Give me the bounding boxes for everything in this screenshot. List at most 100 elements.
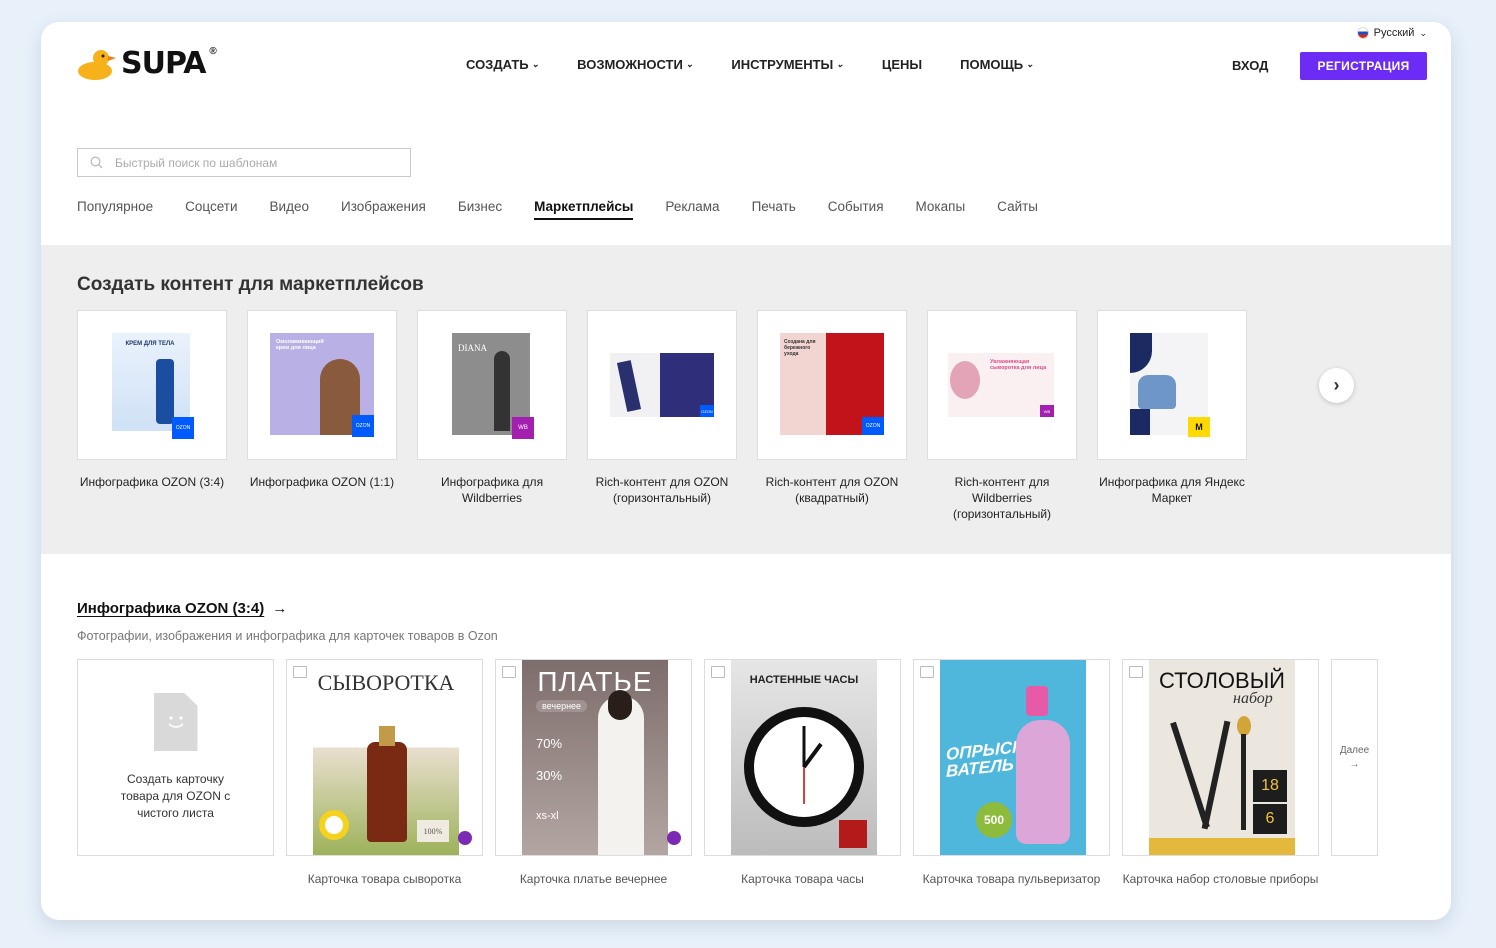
marketplace-card[interactable]: DIANA WB Инфографика для Wildberries bbox=[417, 310, 567, 522]
section-description: Фотографии, изображения и инфографика дл… bbox=[77, 629, 498, 643]
section-heading[interactable]: Инфографика OZON (3:4) → bbox=[77, 600, 287, 617]
section-heading-label: Инфографика OZON (3:4) bbox=[77, 600, 265, 617]
tab-business[interactable]: Бизнес bbox=[458, 199, 502, 220]
marketplace-card[interactable]: Увлажняющая сыворотка для лица WB Rich-к… bbox=[927, 310, 1077, 522]
card-label: Rich-контент для OZON (горизонтальный) bbox=[595, 475, 729, 505]
nav-prices-label: ЦЕНЫ bbox=[881, 57, 923, 72]
tab-marketplaces[interactable]: Маркетплейсы bbox=[534, 199, 634, 220]
poster-title: НАСТЕННЫЕ ЧАСЫ bbox=[749, 674, 859, 686]
blank-card-text: Создать карточку товара для OZON с чисто… bbox=[120, 772, 231, 820]
blank-template-card[interactable]: Создать карточку товара для OZON с чисто… bbox=[77, 659, 274, 888]
chevron-down-icon: ⌄ bbox=[685, 59, 694, 69]
card-thumbnail: Увлажняющая сыворотка для лица WB bbox=[927, 310, 1077, 460]
card-thumb-text: КРЕМ ДЛЯ ТЕЛА bbox=[125, 341, 175, 347]
template-label: Карточка платье вечернее bbox=[519, 872, 668, 886]
card-thumb-text: DIANA bbox=[458, 343, 487, 353]
arrow-right-icon: → bbox=[272, 600, 288, 617]
poster-stamp: 100% bbox=[417, 820, 449, 842]
template-card[interactable]: СЫВОРОТКА 100% Карточка товара сыворотка bbox=[286, 659, 483, 888]
poster-title: СТОЛОВЫЙ bbox=[1159, 668, 1285, 693]
tab-video[interactable]: Видео bbox=[270, 199, 309, 220]
marketplace-card[interactable]: КРЕМ ДЛЯ ТЕЛА OZON Инфографика OZON (3:4… bbox=[77, 310, 227, 522]
card-thumbnail: Омолаживающий крем для лица OZON bbox=[247, 310, 397, 460]
app-window: Русский ⌄ SUPA ® СОЗДАТЬ ⌄ ВОЗМОЖНОСТИ ⌄ И… bbox=[41, 22, 1451, 920]
russia-flag-icon bbox=[1356, 27, 1369, 39]
marketplace-cards: КРЕМ ДЛЯ ТЕЛА OZON Инфографика OZON (3:4… bbox=[77, 310, 1247, 522]
more-label: Далее bbox=[1339, 745, 1370, 756]
yandex-market-badge: M bbox=[1188, 417, 1210, 437]
template-thumbnail: НАСТЕННЫЕ ЧАСЫ bbox=[704, 659, 901, 856]
tab-ads[interactable]: Реклама bbox=[665, 199, 719, 220]
poster-tag: вечернее bbox=[536, 700, 588, 712]
card-label: Инфографика OZON (1:1) bbox=[249, 475, 395, 489]
tab-social[interactable]: Соцсети bbox=[185, 199, 237, 220]
carousel-next-button[interactable]: › bbox=[1319, 368, 1354, 403]
tab-images[interactable]: Изображения bbox=[341, 199, 426, 220]
card-thumbnail: OZON bbox=[587, 310, 737, 460]
main-nav: СОЗДАТЬ ⌄ ВОЗМОЖНОСТИ ⌄ ИНСТРУМЕНТЫ ⌄ ЦЕНЫ … bbox=[466, 57, 1034, 72]
wb-badge: WB bbox=[1040, 405, 1054, 417]
premium-badge-icon bbox=[667, 831, 681, 845]
more-button[interactable]: Далее → bbox=[1331, 659, 1378, 856]
tab-print[interactable]: Печать bbox=[752, 199, 796, 220]
tab-popular[interactable]: Популярное bbox=[77, 199, 153, 220]
template-card[interactable]: НАСТЕННЫЕ ЧАСЫ Карточка товара часы bbox=[704, 659, 901, 888]
card-label: Инфографика для Яндекс Маркет bbox=[1099, 475, 1245, 505]
nav-tools-label: ИНСТРУМЕНТЫ bbox=[731, 57, 834, 72]
login-link[interactable]: ВХОД bbox=[1232, 58, 1268, 73]
nav-help-label: ПОМОЩЬ bbox=[960, 57, 1024, 72]
nav-prices[interactable]: ЦЕНЫ bbox=[882, 57, 922, 72]
marketplace-card[interactable]: Создана для бережного ухода OZON Rich-ко… bbox=[757, 310, 907, 522]
poster-number: 18 bbox=[1253, 770, 1287, 802]
image-type-icon bbox=[711, 666, 725, 678]
card-thumb-text: Увлажняющая сыворотка для лица bbox=[990, 359, 1047, 371]
template-card[interactable]: ПЛАТЬЕ вечернее 70% 30% xs-xl Карточка п… bbox=[495, 659, 692, 888]
tab-events[interactable]: События bbox=[828, 199, 884, 220]
nav-features[interactable]: ВОЗМОЖНОСТИ ⌄ bbox=[577, 57, 693, 72]
marketplace-card[interactable]: M Инфографика для Яндекс Маркет bbox=[1097, 310, 1247, 522]
card-thumbnail: DIANA WB bbox=[417, 310, 567, 460]
clock-icon bbox=[744, 707, 864, 827]
template-label: Карточка товара пульверизатор bbox=[922, 872, 1101, 886]
arrow-right-icon: → bbox=[1349, 759, 1360, 770]
ozon-badge: OZON bbox=[700, 405, 714, 417]
image-type-icon bbox=[1129, 666, 1143, 678]
poster-number: 6 bbox=[1253, 804, 1287, 834]
category-tabs: Популярное Соцсети Видео Изображения Биз… bbox=[77, 199, 1038, 220]
poster-badge: 500 bbox=[976, 802, 1012, 838]
template-card[interactable]: ОПРЫСКИ-ВАТЕЛЬ 500 Карточка товара пульв… bbox=[913, 659, 1110, 888]
marketplace-card[interactable]: OZON Rich-контент для OZON (горизонтальн… bbox=[587, 310, 737, 522]
signup-button[interactable]: РЕГИСТРАЦИЯ bbox=[1300, 52, 1427, 80]
ozon-badge: OZON bbox=[862, 417, 884, 435]
poster-title: СЫВОРОТКА bbox=[317, 670, 455, 695]
nav-create-label: СОЗДАТЬ bbox=[466, 57, 529, 72]
search-input[interactable] bbox=[113, 154, 377, 171]
nav-create[interactable]: СОЗДАТЬ ⌄ bbox=[466, 57, 539, 72]
template-thumbnail: ПЛАТЬЕ вечернее 70% 30% xs-xl bbox=[495, 659, 692, 856]
card-label: Rich-контент для OZON (квадратный) bbox=[765, 475, 899, 505]
card-thumb-text: Омолаживающий крем для лица bbox=[276, 339, 324, 351]
poster-stat: 70% bbox=[536, 736, 563, 751]
nav-tools[interactable]: ИНСТРУМЕНТЫ ⌄ bbox=[731, 57, 843, 72]
nav-help[interactable]: ПОМОЩЬ ⌄ bbox=[960, 57, 1034, 72]
card-label: Rich-контент для Wildberries (горизонтал… bbox=[952, 475, 1052, 521]
poster-title: ОПРЫСКИ-ВАТЕЛЬ bbox=[946, 735, 1041, 781]
tab-mockups[interactable]: Мокапы bbox=[916, 199, 966, 220]
section-title: Создать контент для маркетплейсов bbox=[77, 274, 424, 295]
language-selector[interactable]: Русский ⌄ bbox=[1356, 27, 1427, 39]
card-thumbnail: Создана для бережного ухода OZON bbox=[757, 310, 907, 460]
marketplace-card[interactable]: Омолаживающий крем для лица OZON Инфогра… bbox=[247, 310, 397, 522]
premium-badge-icon bbox=[458, 831, 472, 845]
template-thumbnail: СТОЛОВЫЙ набор 18 6 bbox=[1122, 659, 1319, 856]
blank-document-icon bbox=[153, 693, 198, 751]
registered-mark: ® bbox=[209, 46, 217, 57]
tab-sites[interactable]: Сайты bbox=[997, 199, 1038, 220]
search-box[interactable] bbox=[77, 148, 411, 177]
search-icon bbox=[90, 156, 103, 169]
logo[interactable]: SUPA ® bbox=[77, 46, 217, 81]
card-thumbnail: КРЕМ ДЛЯ ТЕЛА OZON bbox=[77, 310, 227, 460]
wb-badge: WB bbox=[512, 417, 534, 439]
language-label: Русский bbox=[1373, 27, 1415, 39]
template-card[interactable]: СТОЛОВЫЙ набор 18 6 Карточка набор столо… bbox=[1122, 659, 1319, 888]
nav-features-label: ВОЗМОЖНОСТИ bbox=[577, 57, 683, 72]
